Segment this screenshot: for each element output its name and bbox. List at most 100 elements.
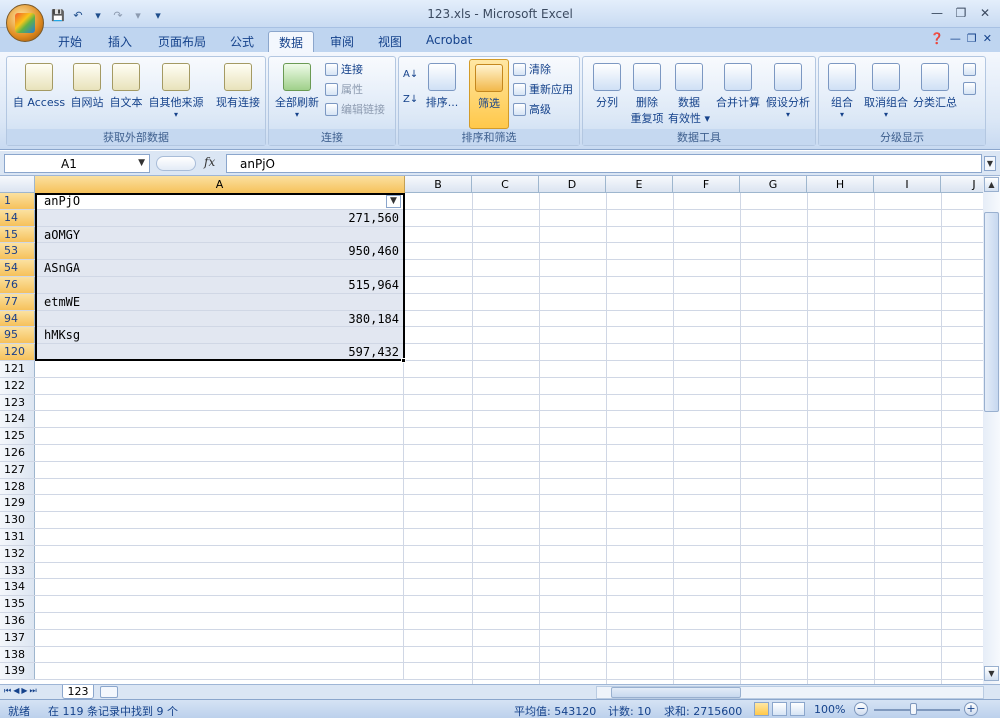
remove-duplicates-button[interactable]: 删除 重复项: [627, 63, 667, 126]
row-header[interactable]: 137: [0, 629, 35, 646]
row-header[interactable]: 1: [0, 193, 35, 209]
group-button[interactable]: 组合 ▾: [823, 63, 861, 119]
cell-a[interactable]: [35, 512, 404, 528]
row-header[interactable]: 123: [0, 394, 35, 411]
row-header[interactable]: 132: [0, 545, 35, 562]
insert-function-button[interactable]: fx: [204, 155, 215, 169]
name-box[interactable]: A1 ▼: [4, 154, 150, 173]
horizontal-scrollbar[interactable]: [596, 686, 984, 699]
row-header[interactable]: 94: [0, 310, 35, 327]
cell-a[interactable]: [35, 361, 404, 377]
horizontal-scroll-thumb[interactable]: [611, 687, 741, 698]
close-icon[interactable]: ✕: [974, 4, 996, 22]
sheet-tab[interactable]: 123: [62, 685, 94, 699]
tab-home[interactable]: 开始: [48, 31, 92, 52]
clear-filter-button[interactable]: 清除: [513, 61, 551, 77]
cell-a[interactable]: [35, 428, 404, 444]
fill-handle[interactable]: [401, 358, 406, 363]
row-header[interactable]: 14: [0, 209, 35, 226]
cell-a[interactable]: [35, 613, 404, 629]
row-header[interactable]: 129: [0, 495, 35, 512]
row-header[interactable]: 136: [0, 613, 35, 629]
column-header[interactable]: G: [740, 176, 807, 193]
tab-review[interactable]: 审阅: [320, 31, 364, 52]
page-break-view-icon[interactable]: [790, 702, 805, 716]
row-header[interactable]: 125: [0, 428, 35, 444]
row-header[interactable]: 126: [0, 445, 35, 461]
cell-a[interactable]: [35, 596, 404, 612]
advanced-filter-button[interactable]: 高级: [513, 101, 551, 117]
cell-a[interactable]: aOMGY: [35, 226, 404, 243]
sort-ascending-icon[interactable]: A↓: [403, 69, 418, 80]
tab-formulas[interactable]: 公式: [220, 31, 264, 52]
insert-sheet-icon[interactable]: [100, 686, 118, 698]
tab-data[interactable]: 数据: [268, 31, 315, 52]
tab-acrobat[interactable]: Acrobat: [416, 31, 482, 52]
row-header[interactable]: 95: [0, 327, 35, 344]
cell-a[interactable]: 597,432: [35, 344, 404, 360]
ribbon-close-icon[interactable]: ✕: [983, 32, 992, 45]
select-all-corner[interactable]: [0, 176, 35, 193]
from-text-button[interactable]: 自文本: [107, 63, 145, 110]
tab-insert[interactable]: 插入: [98, 31, 142, 52]
row-header[interactable]: 131: [0, 529, 35, 545]
row-header[interactable]: 122: [0, 377, 35, 394]
normal-view-icon[interactable]: [754, 702, 769, 716]
cell-a[interactable]: 380,184: [35, 310, 404, 327]
vertical-scrollbar[interactable]: ▲ ▼: [983, 176, 1000, 684]
row-header[interactable]: 128: [0, 478, 35, 495]
minimize-icon[interactable]: —: [926, 4, 948, 22]
hide-detail-icon[interactable]: [963, 82, 976, 95]
cell-a[interactable]: [35, 562, 404, 579]
cell-a[interactable]: [35, 663, 404, 680]
row-header[interactable]: 15: [0, 226, 35, 243]
cell-a[interactable]: [35, 629, 404, 646]
filter-button[interactable]: 筛选: [469, 59, 509, 129]
properties-button[interactable]: 属性: [325, 81, 363, 97]
row-header[interactable]: 127: [0, 461, 35, 478]
column-header[interactable]: B: [405, 176, 472, 193]
vertical-scroll-thumb[interactable]: [984, 212, 999, 412]
sort-descending-icon[interactable]: Z↓: [403, 94, 418, 105]
row-header[interactable]: 121: [0, 361, 35, 377]
cell-a[interactable]: [35, 579, 404, 596]
formula-input[interactable]: anPjO: [226, 154, 982, 173]
first-sheet-icon[interactable]: ⏮: [4, 686, 11, 696]
cell-a[interactable]: [35, 377, 404, 394]
tab-view[interactable]: 视图: [368, 31, 412, 52]
from-access-button[interactable]: 自 Access: [11, 63, 67, 110]
reapply-button[interactable]: 重新应用: [513, 81, 573, 97]
help-icon[interactable]: ❓: [930, 32, 944, 45]
cell-a[interactable]: [35, 646, 404, 663]
column-header[interactable]: J: [941, 176, 983, 193]
data-validation-button[interactable]: 数据 有效性 ▾: [667, 63, 711, 126]
scroll-down-icon[interactable]: ▼: [984, 666, 999, 681]
cell-a[interactable]: [35, 445, 404, 461]
zoom-in-icon[interactable]: +: [964, 702, 978, 716]
prev-sheet-icon[interactable]: ◀: [13, 686, 19, 696]
row-header[interactable]: 77: [0, 293, 35, 310]
sort-button[interactable]: 排序...: [423, 63, 461, 110]
what-if-analysis-button[interactable]: 假设分析 ▾: [763, 63, 813, 119]
autofilter-dropdown-icon[interactable]: ▼: [386, 195, 401, 208]
row-header[interactable]: 130: [0, 512, 35, 528]
consolidate-button[interactable]: 合并计算: [713, 63, 763, 110]
column-header[interactable]: E: [606, 176, 673, 193]
expand-formula-bar-icon[interactable]: ▼: [984, 156, 996, 171]
zoom-slider-knob[interactable]: [910, 703, 917, 715]
last-sheet-icon[interactable]: ⏭: [30, 686, 37, 696]
from-other-sources-button[interactable]: 自其他来源 ▾: [145, 63, 207, 119]
existing-connections-button[interactable]: 现有连接: [211, 63, 265, 110]
next-sheet-icon[interactable]: ▶: [21, 686, 27, 696]
column-header[interactable]: I: [874, 176, 941, 193]
cell-a[interactable]: [35, 461, 404, 478]
row-header[interactable]: 133: [0, 562, 35, 579]
column-header[interactable]: D: [539, 176, 606, 193]
row-header[interactable]: 138: [0, 646, 35, 663]
ribbon-minimize-icon[interactable]: —: [950, 32, 961, 45]
name-box-dropdown-icon[interactable]: ▼: [138, 158, 145, 168]
ungroup-button[interactable]: 取消组合 ▾: [861, 63, 911, 119]
page-layout-view-icon[interactable]: [772, 702, 787, 716]
cell-a[interactable]: [35, 394, 404, 411]
column-header[interactable]: A: [35, 176, 405, 193]
